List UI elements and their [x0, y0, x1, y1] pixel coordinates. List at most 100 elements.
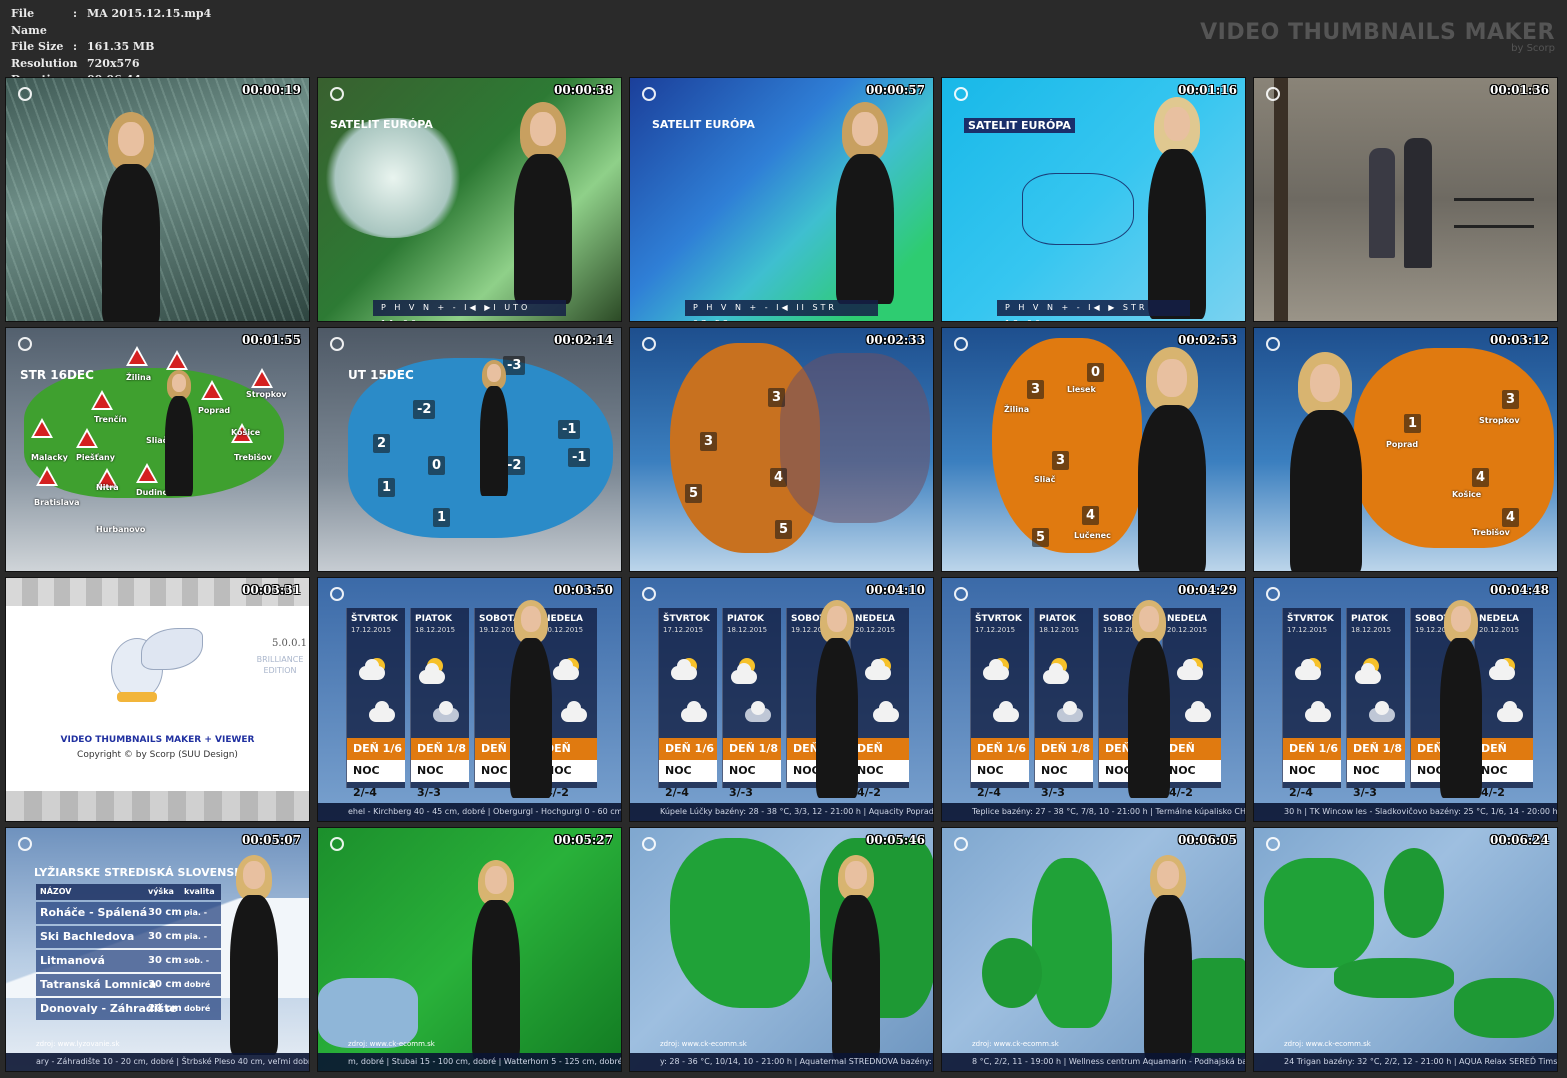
- timestamp: 00:04:10: [866, 583, 925, 597]
- temp-chip: 3: [700, 432, 718, 451]
- ticker: y: 28 - 36 °C, 10/14, 10 - 21:00 h | Aqu…: [630, 1053, 933, 1071]
- timestamp: 00:01:36: [1490, 83, 1549, 97]
- ski-name: Ski Bachledova: [40, 930, 135, 943]
- ticker: 8 °C, 2/2, 11 - 19:00 h | Wellness centr…: [942, 1053, 1245, 1071]
- thumbnail-2[interactable]: SATELIT EURÓPA P H V N + - I◀ ▶I UTO 11:…: [317, 77, 622, 322]
- presenter: [1436, 598, 1486, 798]
- timestamp: 00:02:33: [866, 333, 925, 347]
- map-date: UT 15DEC: [348, 368, 414, 382]
- thumbnail-11[interactable]: 5.0.0.1 BRILLIANCE EDITION VIDEO THUMBNA…: [5, 577, 310, 822]
- temp-chip: 0: [1087, 363, 1105, 382]
- ski-quality: dobré: [184, 980, 211, 989]
- thumbnail-18[interactable]: zdroj: www.ck-ecomm.sk y: 28 - 36 °C, 10…: [629, 827, 934, 1072]
- temp-chip: 4: [1472, 468, 1490, 487]
- day-temp: DEŇ 1/6: [659, 738, 717, 760]
- thumbnail-grid: 00:00:19 SATELIT EURÓPA P H V N + - I◀ ▶…: [5, 77, 1561, 1073]
- channel-logo-icon: [330, 337, 344, 351]
- thumbnail-4[interactable]: SATELIT EURÓPA P H V N + - I◀ ▶ STR 13:0…: [941, 77, 1246, 322]
- temp-chip: 0: [428, 456, 446, 475]
- ski-name: Roháče - Spálená: [40, 906, 148, 919]
- temp-chip: 4: [1082, 506, 1100, 525]
- thumbnail-15[interactable]: ŠTVRTOK 17.12.2015 DEŇ 1/6 NOC 2/-4 PIATOK 1…: [1253, 577, 1558, 822]
- temp-chip: 3: [1027, 380, 1045, 399]
- temp-chip: -2: [413, 400, 436, 419]
- day-date: 18.12.2015: [415, 626, 456, 634]
- thumbnail-13[interactable]: ŠTVRTOK 17.12.2015 DEŇ 1/6 NOC 2/-4 PIATOK 1…: [629, 577, 934, 822]
- ski-quality: dobré: [184, 1004, 211, 1013]
- channel-logo-icon: [18, 87, 32, 101]
- presenter: [1140, 853, 1196, 1060]
- temp-chip: 5: [1032, 528, 1050, 547]
- thumbnail-17[interactable]: zdroj: www.ck-ecomm.sk m, dobré | Stubai…: [317, 827, 622, 1072]
- thumbnail-5[interactable]: 00:01:36: [1253, 77, 1558, 322]
- timestamp: 00:00:38: [554, 83, 613, 97]
- city-label: Nitra: [96, 483, 119, 492]
- sat-title: SATELIT EURÓPA: [652, 118, 755, 131]
- city-label: Žilina: [126, 373, 152, 382]
- thumbnail-6[interactable]: STR 16DEC Žilina Trenčín Poprad Stropkov…: [5, 327, 310, 572]
- map-source: zdroj: www.ck-ecomm.sk: [972, 1040, 1059, 1048]
- ski-head: NÁZOV: [40, 887, 72, 896]
- channel-logo-icon: [1266, 87, 1280, 101]
- timestamp: 00:02:53: [1178, 333, 1237, 347]
- splash-version: 5.0.0.1: [272, 638, 307, 649]
- presenter: [468, 858, 524, 1060]
- thumbnail-7[interactable]: UT 15DEC -3 -2 2 0 -1 -2 1 1 -1 00:02:14: [317, 327, 622, 572]
- timestamp: 00:06:05: [1178, 833, 1237, 847]
- sat-title: SATELIT EURÓPA: [964, 118, 1075, 133]
- thumbnail-10[interactable]: 1 3 4 4 Poprad Stropkov Košice Trebišov …: [1253, 327, 1558, 572]
- night-temp: NOC 2/-4: [1283, 760, 1341, 799]
- channel-logo-icon: [954, 337, 968, 351]
- sat-playback-bar[interactable]: P H V N + - I◀ II STR 07:53: [685, 300, 878, 321]
- thumbnail-19[interactable]: zdroj: www.ck-ecomm.sk 8 °C, 2/2, 11 - 1…: [941, 827, 1246, 1072]
- thumbnail-9[interactable]: 3 0 3 5 4 Žilina Liesek Sliač Lučenec 00…: [941, 327, 1246, 572]
- ticker: Teplice bazény: 27 - 38 °C, 7/8, 10 - 21…: [942, 803, 1245, 821]
- thumbnail-3[interactable]: SATELIT EURÓPA P H V N + - I◀ II STR 07:…: [629, 77, 934, 322]
- timestamp: 00:05:07: [242, 833, 301, 847]
- thumbnail-16[interactable]: LYŽIARSKE STREDISKÁ SLOVENSKO NÁZOV výška…: [5, 827, 310, 1072]
- resolution-value: 720x576: [87, 56, 140, 70]
- sat-playback-bar[interactable]: P H V N + - I◀ ▶ STR 13:00: [997, 300, 1190, 321]
- owl-logo-icon: [101, 628, 203, 708]
- thumbnail-14[interactable]: ŠTVRTOK 17.12.2015 DEŇ 1/6 NOC 2/-4 PIATOK 1…: [941, 577, 1246, 822]
- presenter: [96, 108, 166, 321]
- day-name: ŠTVRTOK: [1287, 614, 1334, 624]
- presenter: [1284, 348, 1368, 571]
- night-temp: NOC 2/-4: [971, 760, 1029, 799]
- timestamp: 00:00:19: [242, 83, 301, 97]
- map-source: zdroj: www.ck-ecomm.sk: [660, 1040, 747, 1048]
- channel-logo-icon: [330, 87, 344, 101]
- day-temp: DEŇ 1/8: [411, 738, 469, 760]
- channel-logo-icon: [642, 837, 656, 851]
- city-label: Piešťany: [76, 453, 115, 462]
- thumbnail-1[interactable]: 00:00:19: [5, 77, 310, 322]
- day-name: ŠTVRTOK: [663, 614, 710, 624]
- timestamp: 00:03:31: [242, 583, 301, 597]
- ski-height: 30 cm: [148, 955, 182, 966]
- temp-chip: 4: [770, 468, 788, 487]
- map-date: STR 16DEC: [20, 368, 94, 382]
- day-name: PIATOK: [415, 614, 452, 624]
- thumbnail-12[interactable]: ŠTVRTOK 17.12.2015 DEŇ 1/6 NOC 2/-4 PIATOK 1…: [317, 577, 622, 822]
- day-date: 17.12.2015: [975, 626, 1016, 634]
- channel-logo-icon: [642, 587, 656, 601]
- night-temp: NOC 3/-3: [1035, 760, 1093, 799]
- night-temp: NOC 2/-4: [347, 760, 405, 799]
- thumbnail-8[interactable]: 3 3 5 4 5 00:02:33: [629, 327, 934, 572]
- city-label: Sliač: [1034, 475, 1056, 484]
- thumbnail-20[interactable]: zdroj: www.ck-ecomm.sk 24 Trigan bazény:…: [1253, 827, 1558, 1072]
- ticker: ehel - Kirchberg 40 - 45 cm, dobré | Obe…: [318, 803, 621, 821]
- day-name: PIATOK: [1039, 614, 1076, 624]
- brand-watermark: VIDEO THUMBNAILS MAKER by Scorp: [1200, 20, 1555, 54]
- file-size-label: File Size: [11, 40, 64, 53]
- channel-logo-icon: [954, 587, 968, 601]
- presenter: [1142, 93, 1212, 319]
- ski-height: 30 cm: [148, 979, 182, 990]
- city-label: Trenčín: [94, 415, 127, 424]
- timestamp: 00:04:29: [1178, 583, 1237, 597]
- night-temp: NOC 2/-4: [659, 760, 717, 799]
- temp-chip: -1: [568, 448, 591, 467]
- ski-source: zdroj: www.lyzovanie.sk: [36, 1040, 120, 1048]
- ticker: m, dobré | Stubai 15 - 100 cm, dobré | W…: [318, 1053, 621, 1071]
- sat-playback-bar[interactable]: P H V N + - I◀ ▶I UTO 11:00: [373, 300, 566, 321]
